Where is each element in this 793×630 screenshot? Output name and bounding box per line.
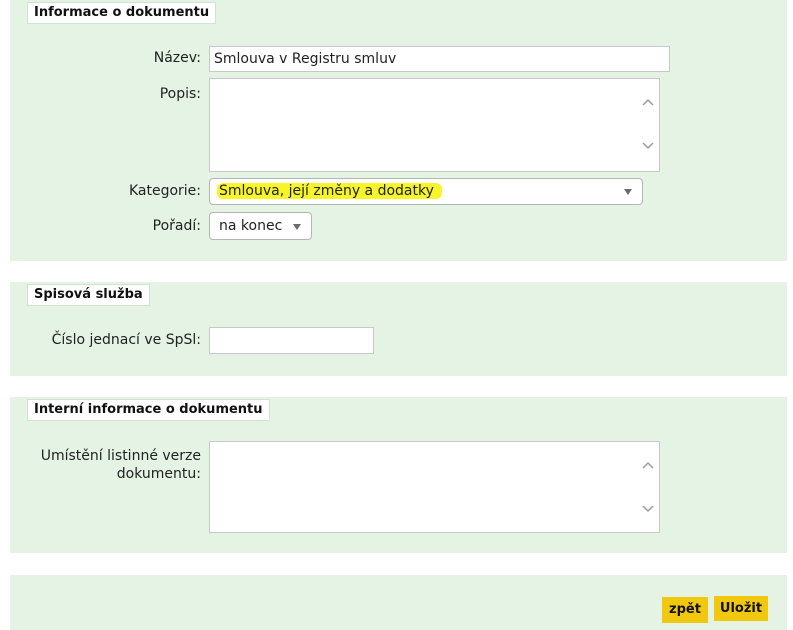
physical-location-textarea[interactable] <box>209 441 660 533</box>
physical-location-label: Umístění listinné verze dokumentu: <box>40 448 201 482</box>
category-selected-value: Smlouva, její změny a dodatky <box>217 183 442 199</box>
order-selected-value: na konec <box>219 218 283 234</box>
caret-down-icon <box>624 189 632 195</box>
name-input[interactable] <box>209 46 670 72</box>
caret-down-icon <box>293 224 301 230</box>
document-form-page: Informace o dokumentu Název: Popis: Kate… <box>0 0 793 630</box>
document-info-title: Informace o dokumentu <box>27 2 217 24</box>
registry-title: Spisová služba <box>27 284 150 306</box>
chevron-down-icon[interactable] <box>641 502 655 516</box>
category-label: Kategorie: <box>128 183 201 199</box>
name-label: Název: <box>153 50 201 66</box>
reference-number-label: Číslo jednací ve SpSl: <box>51 332 201 348</box>
category-select[interactable]: Smlouva, její změny a dodatky <box>209 178 643 205</box>
order-label: Pořadí: <box>152 218 201 234</box>
chevron-up-icon[interactable] <box>641 458 655 472</box>
description-textarea[interactable] <box>209 78 660 172</box>
document-info-panel: Informace o dokumentu Název: Popis: Kate… <box>10 0 787 261</box>
internal-info-panel: Interní informace o dokumentu Umístění l… <box>10 397 787 553</box>
description-label: Popis: <box>159 86 201 102</box>
back-button[interactable]: zpět <box>662 597 708 623</box>
chevron-down-icon[interactable] <box>641 139 655 153</box>
actions-panel: zpět Uložit <box>10 575 787 630</box>
save-button[interactable]: Uložit <box>714 596 768 621</box>
reference-number-input[interactable] <box>209 327 374 354</box>
chevron-up-icon[interactable] <box>641 95 655 109</box>
order-select[interactable]: na konec <box>209 212 312 240</box>
registry-panel: Spisová služba Číslo jednací ve SpSl: <box>10 282 787 376</box>
internal-info-title: Interní informace o dokumentu <box>27 399 270 421</box>
